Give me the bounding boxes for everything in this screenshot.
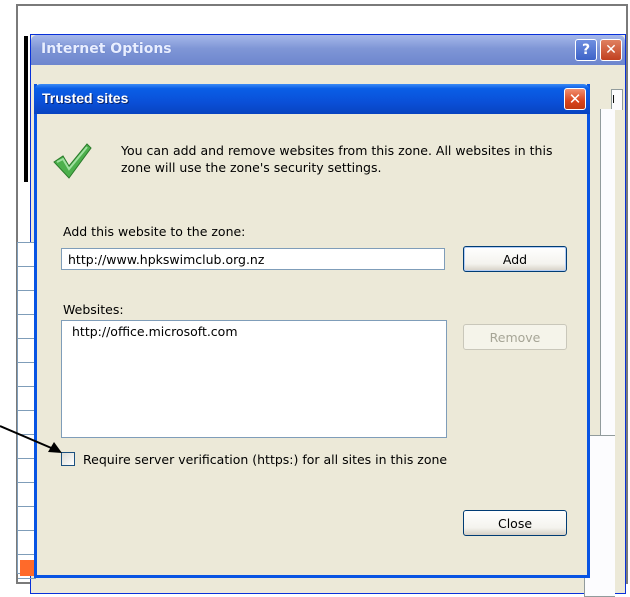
list-item[interactable]: http://office.microsoft.com: [62, 321, 446, 342]
websites-list[interactable]: http://office.microsoft.com: [61, 320, 447, 438]
add-button[interactable]: Add: [463, 246, 567, 272]
help-button[interactable]: ?: [575, 39, 597, 61]
dialog-body: You can add and remove websites from thi…: [37, 114, 587, 575]
internet-options-title: Internet Options: [41, 41, 172, 57]
info-text: You can add and remove websites from thi…: [121, 143, 553, 175]
trusted-sites-titlebar[interactable]: Trusted sites ✕: [34, 84, 590, 114]
website-url-input[interactable]: [61, 248, 445, 270]
trusted-sites-title: Trusted sites: [42, 90, 129, 106]
trusted-sites-dialog: Trusted sites ✕ You can add and remove w…: [34, 84, 590, 578]
io-close-button[interactable]: ✕: [600, 39, 622, 61]
close-icon[interactable]: ✕: [564, 88, 586, 110]
green-checkmark-icon: [53, 143, 92, 179]
pointer-arrow-icon: [0, 425, 62, 453]
add-website-label: Add this website to the zone:: [63, 224, 246, 239]
remove-button[interactable]: Remove: [463, 324, 567, 350]
io-tab-fragment[interactable]: l: [611, 89, 623, 110]
websites-label: Websites:: [63, 302, 124, 317]
close-button[interactable]: Close: [463, 510, 567, 536]
internet-options-titlebar[interactable]: Internet Options ? ✕: [31, 35, 625, 65]
https-label[interactable]: Require server verification (https:) for…: [83, 452, 447, 467]
black-bar: [24, 36, 28, 182]
